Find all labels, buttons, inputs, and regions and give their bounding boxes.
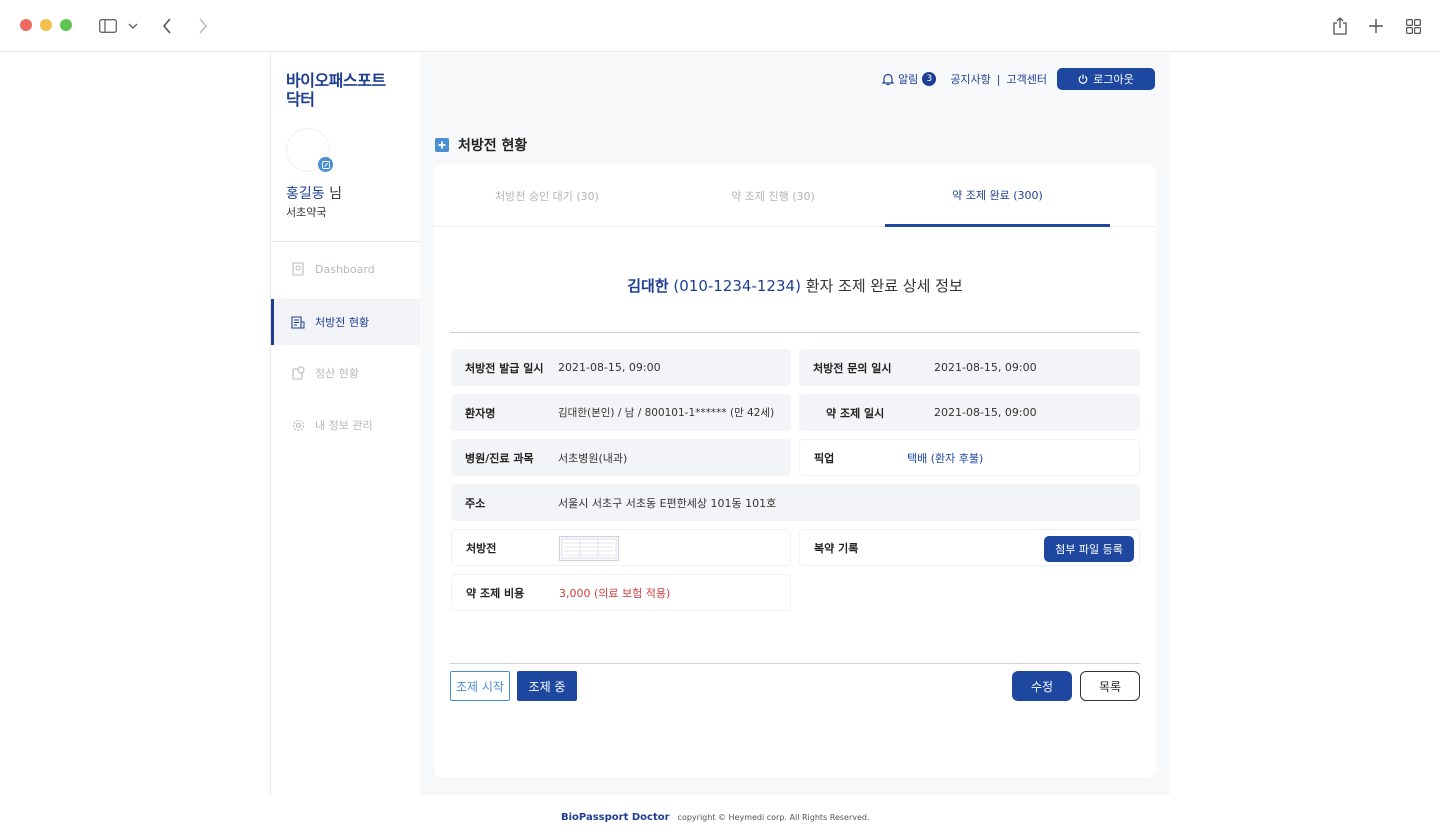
footer-text: BioPassport Doctor copyright © Heymedi c… bbox=[561, 812, 870, 823]
address-row: 주소 서울시 서초구 서초동 E편한세상 101동 101호 bbox=[451, 484, 1140, 521]
prescription-row: 처방전 bbox=[451, 529, 791, 566]
sidebar-item-label: 처방전 현황 bbox=[315, 316, 370, 329]
close-window-button[interactable] bbox=[20, 19, 32, 31]
user-honorific: 님 bbox=[324, 186, 342, 202]
logo-text: 바이오패스포트 닥터 bbox=[286, 71, 386, 109]
patient-name: 김대한 bbox=[627, 277, 669, 295]
page-title-text: 처방전 현황 bbox=[458, 138, 528, 154]
prescription-label: 처방전 bbox=[466, 541, 497, 555]
dispense-cost-label: 약 조제 비용 bbox=[466, 586, 525, 600]
start-dispense-button[interactable]: 조제 시작 bbox=[450, 671, 510, 701]
pickup-label: 픽업 bbox=[814, 451, 835, 465]
support-link[interactable]: 고객센터 bbox=[1007, 71, 1047, 87]
patient-row: 환자명 김대한(본인) / 남 / 800101-1****** (만 42세) bbox=[451, 394, 791, 431]
patient-value: 김대한(본인) / 남 / 800101-1****** (만 42세) bbox=[558, 407, 775, 419]
tab-overview-icon[interactable] bbox=[1403, 14, 1423, 38]
inquiry-date-value: 2021-08-15, 09:00 bbox=[934, 361, 1037, 374]
patient-label: 환자명 bbox=[465, 406, 496, 420]
sidebar: 바이오패스포트 닥터 홍길동 님 서초약국 Dashboard 처방전 현황 정… bbox=[270, 53, 421, 840]
new-tab-icon[interactable] bbox=[1366, 14, 1386, 38]
detail-card: 처방전 승인 대기 (30) 약 조제 진행 (30) 약 조제 완료 (300… bbox=[434, 165, 1156, 777]
footer: BioPassport Doctor copyright © Heymedi c… bbox=[270, 795, 1170, 840]
sidebar-toggle-icon[interactable] bbox=[98, 14, 118, 38]
edit-avatar-icon[interactable] bbox=[318, 157, 333, 172]
dispense-date-row: 약 조제 일시 2021-08-15, 09:00 bbox=[799, 394, 1140, 431]
sidebar-item-label: 내 정보 관리 bbox=[315, 419, 373, 432]
notice-link[interactable]: 공지사항 bbox=[950, 71, 990, 87]
address-value: 서울시 서초구 서초동 E편한세상 101동 101호 bbox=[558, 496, 777, 510]
hospital-value: 서초병원(내과) bbox=[558, 451, 628, 465]
footer-copyright: copyright © Heymedi corp. All Rights Res… bbox=[677, 813, 870, 822]
edit-button[interactable]: 수정 bbox=[1012, 671, 1072, 701]
tab-pending-approval[interactable]: 처방전 승인 대기 (30) bbox=[434, 165, 660, 227]
tab-label: 약 조제 진행 (30) bbox=[731, 190, 815, 203]
gear-icon bbox=[291, 418, 305, 432]
medication-record-label: 복약 기록 bbox=[814, 541, 859, 555]
sidebar-divider bbox=[271, 241, 421, 242]
app-logo[interactable]: 바이오패스포트 닥터 bbox=[286, 71, 416, 109]
dispense-cost-value: 3,000 (의료 보험 적용) bbox=[559, 586, 671, 600]
sidebar-item-label: 정산 현황 bbox=[315, 367, 359, 380]
tab-label: 처방전 승인 대기 (30) bbox=[495, 190, 599, 203]
hospital-label: 병원/진료 과목 bbox=[465, 451, 534, 465]
user-name: 홍길동 님 bbox=[286, 183, 342, 203]
medication-record-row: 복약 기록 첨부 파일 등록 bbox=[799, 529, 1140, 566]
attach-file-button[interactable]: 첨부 파일 등록 bbox=[1044, 536, 1134, 562]
detail-heading-suffix: 환자 조제 완료 상세 정보 bbox=[800, 277, 963, 295]
dispensing-button[interactable]: 조제 중 bbox=[517, 671, 577, 701]
prescription-thumbnail[interactable] bbox=[559, 536, 619, 561]
tab-label: 약 조제 완료 (300) bbox=[952, 188, 1043, 202]
issued-date-label: 처방전 발급 일시 bbox=[465, 361, 544, 375]
detail-heading: 김대한 (010-1234-1234) 환자 조제 완료 상세 정보 bbox=[434, 275, 1156, 296]
tab-in-progress[interactable]: 약 조제 진행 (30) bbox=[660, 165, 886, 227]
dispense-cost-row: 약 조제 비용 3,000 (의료 보험 적용) bbox=[451, 574, 791, 611]
header-divider: | bbox=[996, 72, 1001, 86]
pickup-row: 픽업 택배 (환자 후불) bbox=[799, 439, 1140, 476]
power-icon bbox=[1078, 74, 1088, 84]
browser-toolbar bbox=[0, 0, 1440, 52]
share-icon[interactable] bbox=[1330, 14, 1350, 38]
user-name-text: 홍길동 bbox=[286, 186, 325, 202]
main-content: 알림 3 공지사항 | 고객센터 로그아웃 처방전 현황 처방전 승인 대기 (… bbox=[420, 53, 1170, 795]
back-icon[interactable] bbox=[158, 14, 176, 38]
pickup-value[interactable]: 택배 (환자 후불) bbox=[907, 450, 983, 466]
sidebar-item-my-info[interactable]: 내 정보 관리 bbox=[271, 402, 421, 448]
prescription-icon bbox=[291, 315, 305, 329]
inquiry-date-row: 처방전 문의 일시 2021-08-15, 09:00 bbox=[799, 349, 1140, 386]
minimize-window-button[interactable] bbox=[40, 19, 52, 31]
actions-divider bbox=[450, 663, 1140, 664]
maximize-window-button[interactable] bbox=[60, 19, 72, 31]
alarm-count-badge: 3 bbox=[922, 72, 937, 86]
alarm-link[interactable]: 알림 3 bbox=[882, 71, 937, 87]
sidebar-item-dashboard[interactable]: Dashboard bbox=[271, 246, 421, 292]
dispense-date-label: 약 조제 일시 bbox=[826, 406, 885, 420]
hospital-row: 병원/진료 과목 서초병원(내과) bbox=[451, 439, 791, 476]
issued-date-value: 2021-08-15, 09:00 bbox=[558, 361, 661, 374]
footer-brand: BioPassport Doctor bbox=[561, 812, 670, 823]
sidebar-item-label: Dashboard bbox=[315, 262, 375, 276]
chevron-down-icon[interactable] bbox=[126, 14, 140, 38]
dashboard-icon bbox=[291, 262, 305, 276]
settlement-icon bbox=[291, 366, 305, 380]
logout-label: 로그아웃 bbox=[1093, 73, 1134, 86]
bell-icon bbox=[882, 73, 895, 86]
alarm-label: 알림 bbox=[898, 73, 919, 86]
issued-date-row: 처방전 발급 일시 2021-08-15, 09:00 bbox=[451, 349, 791, 386]
tab-bar: 처방전 승인 대기 (30) 약 조제 진행 (30) 약 조제 완료 (300… bbox=[434, 165, 1156, 227]
inquiry-date-label: 처방전 문의 일시 bbox=[813, 361, 892, 375]
page-title: 처방전 현황 bbox=[435, 135, 527, 155]
tab-completed[interactable]: 약 조제 완료 (300) bbox=[885, 165, 1110, 227]
user-organization: 서초약국 bbox=[286, 206, 327, 219]
heading-divider bbox=[450, 332, 1140, 333]
forward-icon[interactable] bbox=[194, 14, 212, 38]
list-button[interactable]: 목록 bbox=[1080, 671, 1140, 701]
patient-phone: (010-1234-1234) bbox=[668, 277, 801, 295]
header-links: 알림 3 공지사항 | 고객센터 로그아웃 bbox=[882, 68, 1155, 90]
sidebar-item-settlement[interactable]: 정산 현황 bbox=[271, 350, 421, 396]
plus-icon bbox=[435, 138, 449, 152]
logout-button[interactable]: 로그아웃 bbox=[1057, 68, 1155, 90]
sidebar-item-prescriptions[interactable]: 처방전 현황 bbox=[271, 299, 421, 345]
dispense-date-value: 2021-08-15, 09:00 bbox=[934, 406, 1037, 419]
address-label: 주소 bbox=[465, 496, 486, 510]
